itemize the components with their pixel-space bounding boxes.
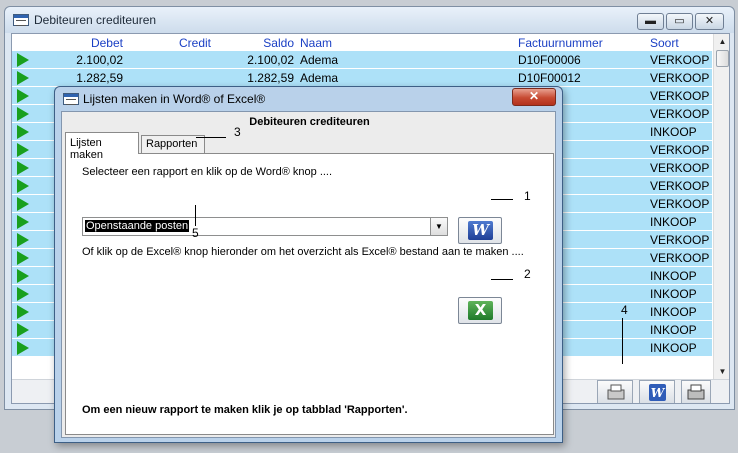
callout-line-4	[622, 318, 623, 364]
word-button[interactable]: W	[458, 217, 502, 244]
open-record-icon[interactable]	[17, 269, 29, 283]
open-record-icon[interactable]	[17, 251, 29, 265]
column-header-factuurnummer[interactable]: Factuurnummer	[518, 36, 603, 50]
open-record-icon[interactable]	[17, 71, 29, 85]
cell-soort: INKOOP	[650, 287, 697, 301]
cell-soort: VERKOOP	[650, 233, 710, 247]
svg-text:W: W	[651, 386, 666, 400]
print-icon	[607, 384, 625, 400]
word-instruction: Selecteer een rapport en klik op de Word…	[82, 166, 333, 178]
cell-debet: 1.282,59	[76, 71, 123, 85]
open-record-icon[interactable]	[17, 107, 29, 121]
cell-soort: VERKOOP	[650, 251, 710, 265]
tab-panel-lijsten-maken: Selecteer een rapport en klik op de Word…	[65, 153, 554, 435]
open-record-icon[interactable]	[17, 89, 29, 103]
cell-soort: INKOOP	[650, 125, 697, 139]
open-record-icon[interactable]	[17, 341, 29, 355]
table-row[interactable]: 1.282,59 1.282,59 Adema D10F00012 VERKOOP	[12, 69, 712, 87]
open-record-icon[interactable]	[17, 323, 29, 337]
cell-soort: VERKOOP	[650, 179, 710, 193]
tab-lijsten-maken[interactable]: Lijsten maken	[65, 132, 139, 161]
vertical-scrollbar[interactable]: ▲ ▼	[713, 34, 729, 379]
table-row[interactable]: 2.100,02 2.100,02 Adema D10F00006 VERKOOP	[12, 51, 712, 69]
cell-soort: VERKOOP	[650, 161, 710, 175]
print-button[interactable]	[681, 380, 711, 403]
cell-naam: Adema	[300, 71, 339, 85]
dialog-title-bar[interactable]: Lijsten maken in Word® of Excel® ✕	[55, 87, 562, 112]
callout-line-3	[196, 137, 226, 138]
cell-soort: VERKOOP	[650, 53, 710, 67]
column-header-soort[interactable]: Soort	[650, 36, 679, 50]
excel-logo-icon: X	[468, 301, 493, 320]
callout-1: 1	[524, 189, 531, 203]
chevron-down-icon[interactable]: ▼	[430, 218, 447, 235]
minimize-button[interactable]: ▬	[637, 13, 664, 30]
form-icon	[63, 93, 79, 105]
column-header-naam[interactable]: Naam	[300, 36, 332, 50]
cell-soort: INKOOP	[650, 323, 697, 337]
open-record-icon[interactable]	[17, 197, 29, 211]
close-button[interactable]: ✕	[695, 13, 724, 30]
cell-soort: VERKOOP	[650, 143, 710, 157]
open-record-icon[interactable]	[17, 287, 29, 301]
title-bar[interactable]: Debiteuren crediteuren ▬ ▭ ✕	[5, 7, 734, 33]
callout-3: 3	[234, 125, 241, 139]
cell-soort: INKOOP	[650, 269, 697, 283]
cell-soort: VERKOOP	[650, 107, 710, 121]
scroll-down-icon[interactable]: ▼	[714, 364, 729, 379]
cell-factuurnummer: D10F00012	[518, 71, 581, 85]
window-title: Debiteuren crediteuren	[34, 13, 157, 27]
print-preview-button[interactable]	[597, 380, 633, 403]
callout-2: 2	[524, 267, 531, 281]
open-record-icon[interactable]	[17, 161, 29, 175]
cell-saldo: 2.100,02	[247, 53, 294, 67]
rapporten-hint: Om een nieuw rapport te maken klik je op…	[82, 404, 408, 416]
open-record-icon[interactable]	[17, 53, 29, 67]
printer-icon	[687, 384, 705, 400]
cell-soort: INKOOP	[650, 305, 697, 319]
report-select[interactable]: Openstaande posten ▼	[82, 217, 448, 236]
dialog-close-button[interactable]: ✕	[512, 88, 556, 106]
word-icon: W	[649, 384, 666, 401]
grid-header: Debet Credit Saldo Naam Factuurnummer So…	[12, 34, 712, 51]
cell-soort: INKOOP	[650, 215, 697, 229]
selected-report: Openstaande posten	[85, 220, 190, 232]
callout-5: 5	[192, 226, 199, 240]
cell-soort: VERKOOP	[650, 89, 710, 103]
cell-soort: VERKOOP	[650, 71, 710, 85]
column-header-credit[interactable]: Credit	[179, 36, 211, 50]
cell-debet: 2.100,02	[76, 53, 123, 67]
horizontal-scrollbar[interactable]	[12, 380, 40, 403]
cell-soort: INKOOP	[650, 341, 697, 355]
callout-4: 4	[621, 303, 628, 317]
open-record-icon[interactable]	[17, 143, 29, 157]
open-record-icon[interactable]	[17, 215, 29, 229]
export-dialog: Lijsten maken in Word® of Excel® ✕ Debit…	[54, 86, 563, 443]
word-logo-icon: W	[468, 221, 493, 240]
callout-line-1	[491, 199, 513, 200]
excel-button[interactable]: X	[458, 297, 502, 324]
excel-instruction: Of klik op de Excel® knop hieronder om h…	[82, 246, 524, 258]
open-record-icon[interactable]	[17, 125, 29, 139]
scroll-up-icon[interactable]: ▲	[714, 34, 729, 49]
cell-factuurnummer: D10F00006	[518, 53, 581, 67]
word-export-button[interactable]: W	[639, 380, 675, 403]
column-header-debet[interactable]: Debet	[91, 36, 123, 50]
cell-soort: VERKOOP	[650, 197, 710, 211]
dialog-title: Lijsten maken in Word® of Excel®	[83, 92, 266, 106]
open-record-icon[interactable]	[17, 179, 29, 193]
form-icon	[13, 14, 29, 26]
scroll-thumb[interactable]	[716, 50, 729, 67]
callout-line-5	[195, 205, 196, 226]
dialog-body: Debiteuren crediteuren Lijsten maken Rap…	[61, 111, 556, 438]
dialog-heading: Debiteuren crediteuren	[249, 116, 370, 128]
column-header-saldo[interactable]: Saldo	[263, 36, 294, 50]
maximize-button[interactable]: ▭	[666, 13, 693, 30]
cell-naam: Adema	[300, 53, 339, 67]
cell-saldo: 1.282,59	[247, 71, 294, 85]
open-record-icon[interactable]	[17, 305, 29, 319]
open-record-icon[interactable]	[17, 233, 29, 247]
callout-line-2	[491, 279, 513, 280]
